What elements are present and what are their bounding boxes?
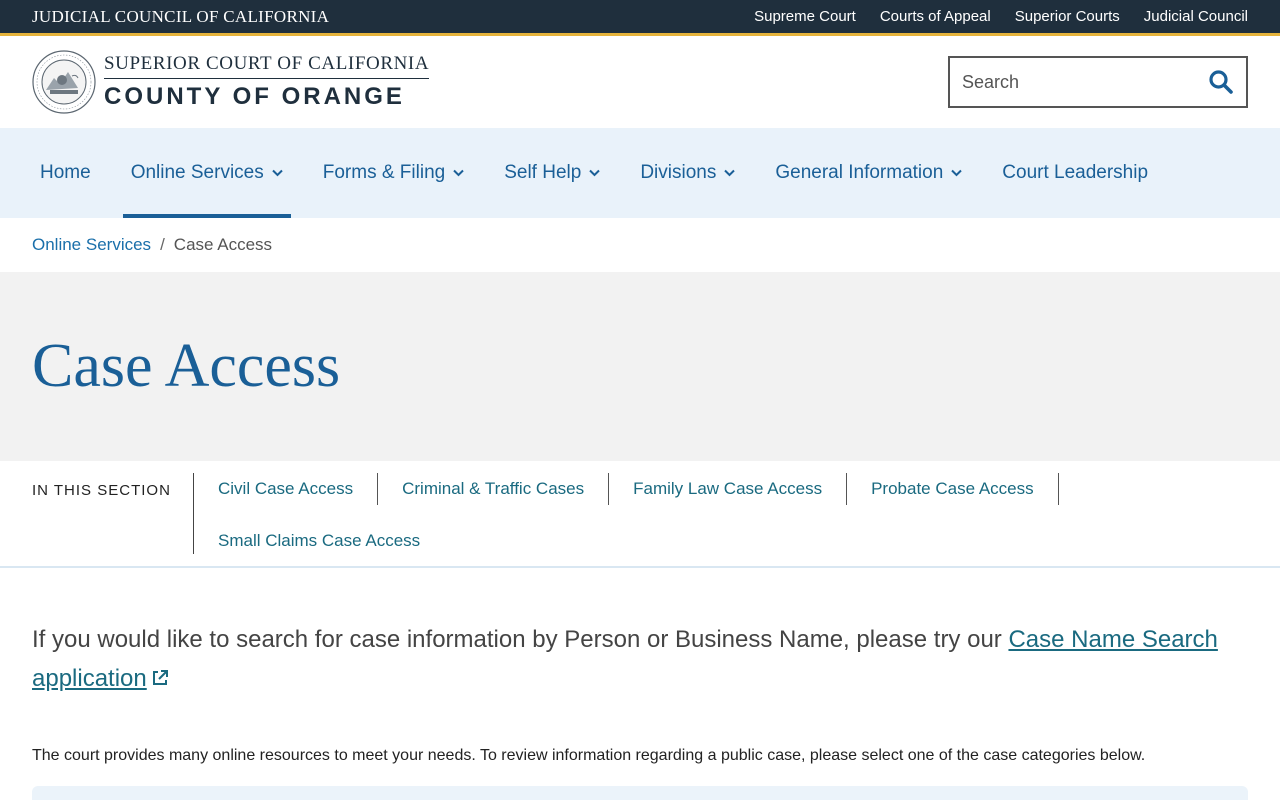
breadcrumb-link-online-services[interactable]: Online Services: [32, 235, 151, 255]
section-links: Civil Case Access Criminal & Traffic Cas…: [194, 473, 1094, 554]
nav-item-label: Online Services: [130, 162, 264, 183]
nav-item-label: Self Help: [504, 162, 582, 183]
logo-line-superior-court: SUPERIOR COURT OF CALIFORNIA: [104, 53, 430, 79]
chevron-down-icon: [272, 169, 283, 177]
chevron-down-icon: [589, 169, 601, 177]
lead-paragraph: If you would like to search for case inf…: [32, 620, 1248, 698]
judicial-council-title: JUDICIAL COUNCIL OF CALIFORNIA: [32, 6, 330, 26]
breadcrumb-separator: /: [160, 235, 165, 254]
nav-item-court-leadership[interactable]: Court Leadership: [994, 128, 1156, 218]
site-logo[interactable]: SUPERIOR COURT OF CALIFORNIA COUNTY OF O…: [32, 50, 430, 114]
nav-item-divisions[interactable]: Divisions: [632, 128, 743, 218]
search-box: [948, 56, 1248, 108]
section-link-probate[interactable]: Probate Case Access: [847, 473, 1059, 505]
top-links: Supreme Court Courts of Appeal Superior …: [754, 8, 1248, 25]
chevron-down-icon: [951, 169, 962, 177]
nav-item-label: Divisions: [640, 162, 717, 183]
chevron-down-icon: [453, 169, 464, 177]
section-link-criminal-traffic[interactable]: Criminal & Traffic Cases: [378, 473, 610, 505]
nav-item-label: Court Leadership: [1002, 162, 1149, 183]
nav-item-label: Home: [40, 162, 91, 183]
logo-line-county: COUNTY OF ORANGE: [104, 83, 405, 110]
breadcrumb-current: Case Access: [173, 235, 273, 254]
section-link-small-claims[interactable]: Small Claims Case Access: [194, 525, 444, 557]
lead-text: If you would like to search for case inf…: [32, 626, 1009, 653]
main-nav: Home Online Services Forms & Filing Self…: [0, 128, 1280, 218]
top-link-judicial-council[interactable]: Judicial Council: [1144, 8, 1248, 25]
search-input[interactable]: [962, 71, 1192, 93]
court-seal-icon: [32, 50, 96, 114]
site-header: SUPERIOR COURT OF CALIFORNIA COUNTY OF O…: [0, 36, 1280, 128]
section-label: IN THIS SECTION: [32, 473, 194, 554]
section-link-family-law[interactable]: Family Law Case Access: [609, 473, 848, 505]
nav-item-online-services[interactable]: Online Services: [122, 128, 291, 218]
search-icon[interactable]: [1208, 69, 1234, 95]
nav-item-label: Forms & Filing: [322, 162, 446, 183]
nav-item-label: General Information: [775, 162, 944, 183]
top-utility-bar: JUDICIAL COUNCIL OF CALIFORNIA Supreme C…: [0, 0, 1280, 36]
top-link-supreme-court[interactable]: Supreme Court: [754, 8, 856, 25]
page-hero: Case Access: [0, 272, 1280, 461]
case-categories-panel: [32, 786, 1248, 800]
intro-paragraph: The court provides many online resources…: [32, 747, 1146, 764]
chevron-down-icon: [724, 169, 736, 177]
top-link-superior-courts[interactable]: Superior Courts: [1015, 8, 1120, 25]
external-link-icon: [152, 670, 168, 685]
in-this-section-nav: IN THIS SECTION Civil Case Access Crimin…: [0, 461, 1280, 568]
nav-item-self-help[interactable]: Self Help: [496, 128, 608, 218]
breadcrumb: Online Services / Case Access: [0, 218, 1280, 272]
top-link-courts-of-appeal[interactable]: Courts of Appeal: [880, 8, 991, 25]
nav-item-home[interactable]: Home: [32, 128, 99, 218]
page-title: Case Access: [32, 332, 341, 400]
nav-item-general-information[interactable]: General Information: [767, 128, 970, 218]
section-link-civil[interactable]: Civil Case Access: [194, 473, 379, 505]
main-content: If you would like to search for case inf…: [0, 568, 1280, 800]
nav-item-forms-filing[interactable]: Forms & Filing: [315, 128, 472, 218]
